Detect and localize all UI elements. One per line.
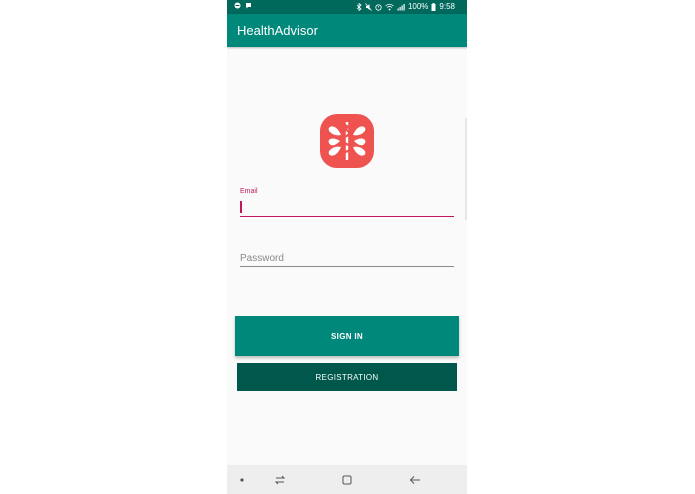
recent-apps-icon — [274, 475, 286, 485]
alarm-icon — [375, 4, 382, 11]
app-title: HealthAdvisor — [237, 23, 318, 38]
bluetooth-icon — [356, 3, 362, 11]
back-icon — [409, 476, 420, 484]
status-time: 9:58 — [439, 2, 455, 11]
notification-app-icon — [234, 2, 241, 9]
status-right-icons: 100% 9:58 — [356, 2, 455, 12]
app-bar: HealthAdvisor — [227, 14, 467, 47]
email-field[interactable] — [240, 198, 454, 217]
home-icon — [342, 475, 352, 485]
signal-icon — [397, 4, 405, 11]
nav-dot-icon[interactable] — [234, 472, 250, 488]
status-left-icons — [234, 2, 252, 9]
home-button[interactable] — [339, 472, 355, 488]
battery-percent: 100% — [407, 2, 429, 11]
phone-screen: 100% 9:58 HealthAdvisor Email SIGN IN RE… — [227, 0, 467, 494]
medical-star-of-life-icon — [320, 114, 374, 168]
sign-in-button[interactable]: SIGN IN — [235, 316, 459, 356]
battery-icon — [431, 3, 436, 11]
back-button[interactable] — [407, 472, 423, 488]
registration-button[interactable]: REGISTRATION — [237, 363, 457, 391]
password-field[interactable] — [240, 250, 454, 267]
wifi-icon — [385, 3, 394, 11]
system-nav-bar — [227, 465, 467, 494]
scroll-edge-indicator — [465, 118, 467, 220]
message-icon — [246, 3, 251, 9]
status-bar: 100% 9:58 — [227, 0, 467, 14]
email-label: Email — [240, 188, 258, 195]
recent-apps-button[interactable] — [272, 472, 288, 488]
mute-icon — [365, 3, 372, 11]
text-cursor — [240, 201, 242, 213]
dot-icon — [240, 478, 244, 482]
